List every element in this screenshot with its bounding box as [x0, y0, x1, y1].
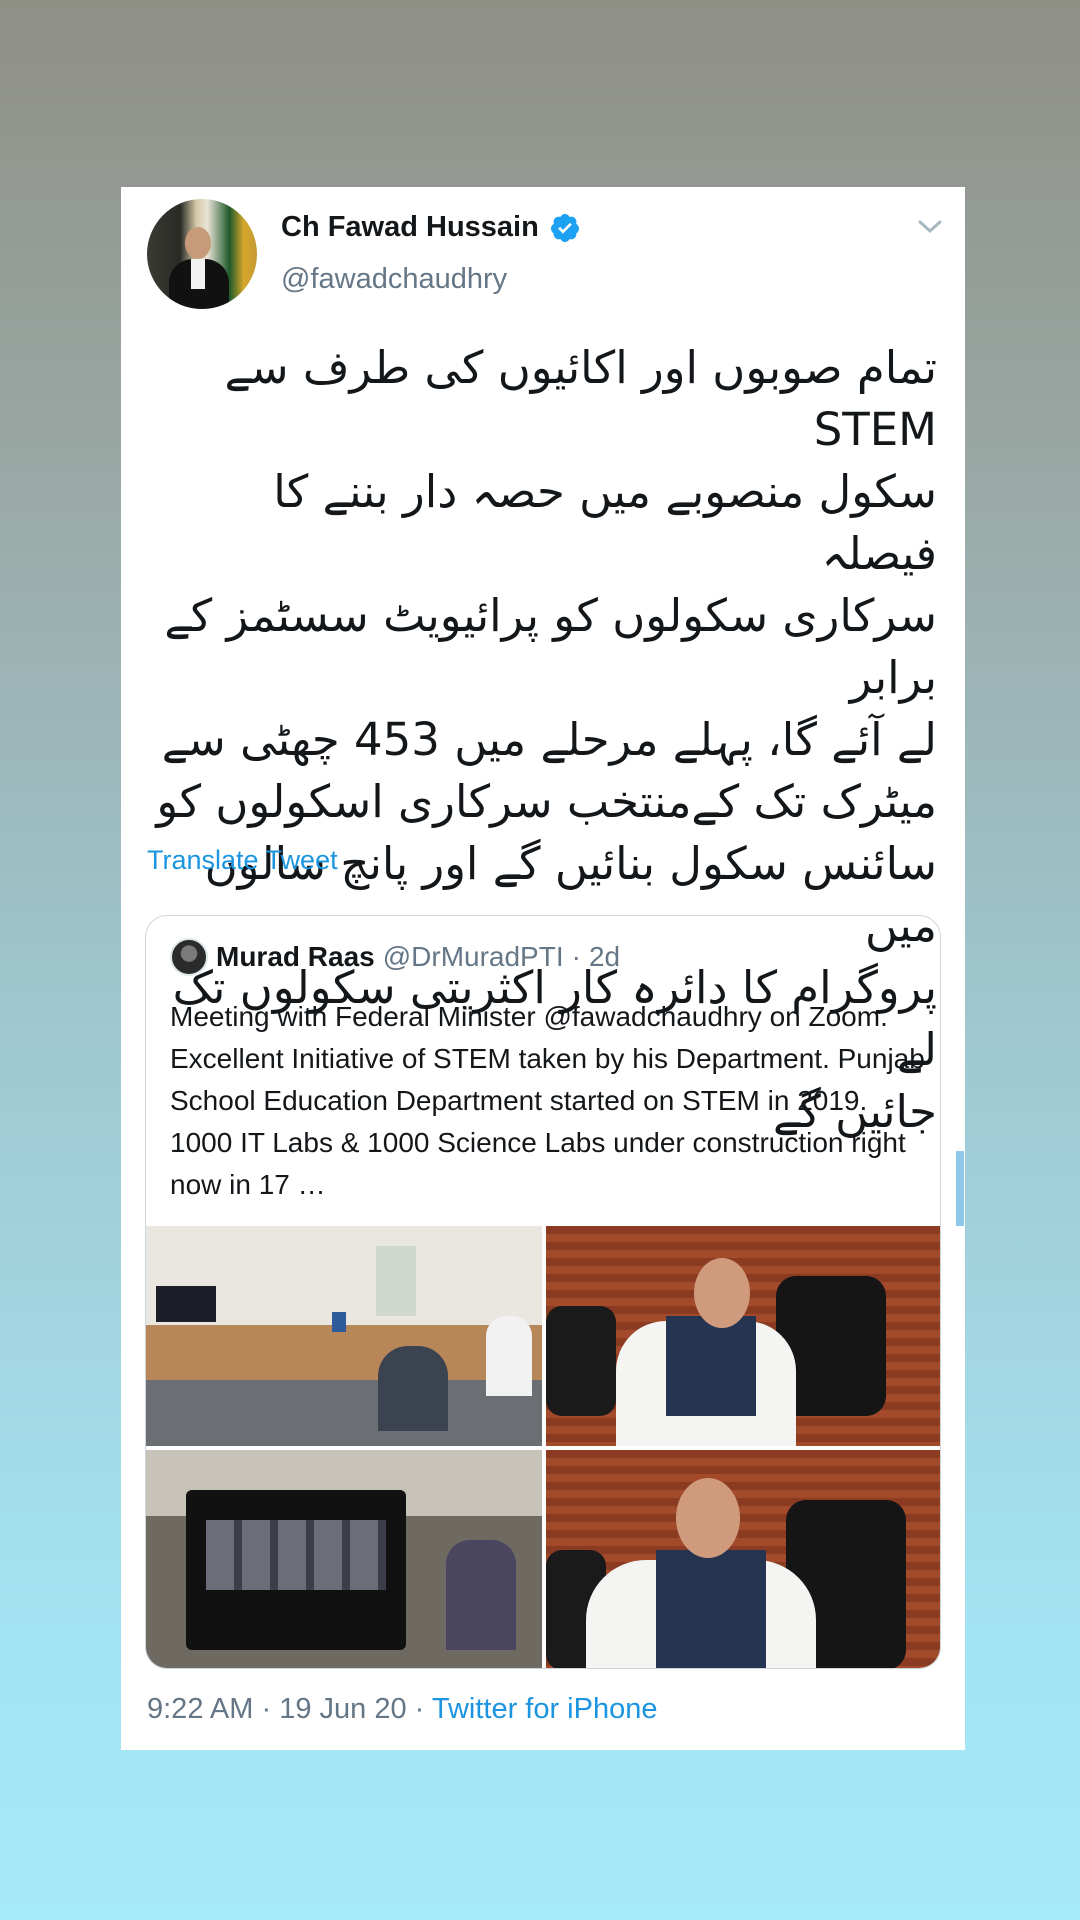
- chevron-down-icon[interactable]: [917, 217, 943, 237]
- tweet-line: میٹرک تک کےمنتخب سرکاری اسکولوں کو: [156, 775, 937, 828]
- media-photo-4[interactable]: [546, 1450, 940, 1668]
- tweet-line: تمام صوبوں اور اکائیوں کی طرف سے STEM: [224, 341, 937, 456]
- author-handle[interactable]: @fawadchaudhry: [281, 263, 507, 296]
- tweet-time[interactable]: 9:22 AM: [147, 1693, 253, 1725]
- translate-tweet-link[interactable]: Translate Tweet: [147, 845, 338, 876]
- quoted-separator: ·: [571, 941, 581, 972]
- footer-separator: ·: [406, 1693, 432, 1725]
- quoted-author-handle[interactable]: @DrMuradPTI: [383, 941, 564, 973]
- quoted-author-avatar[interactable]: [170, 938, 208, 976]
- media-photo-1[interactable]: [146, 1226, 542, 1446]
- quoted-header: Murad Raas @DrMuradPTI · 2d: [170, 938, 620, 976]
- tweet-source-link[interactable]: Twitter for iPhone: [432, 1693, 658, 1725]
- tweet-line: لے آئے گا، پہلے مرحلے میں 453 چھٹی سے: [161, 713, 937, 766]
- tweet-line: سکول منصوبے میں حصہ دار بننے کا فیصلہ: [273, 465, 937, 580]
- author-avatar[interactable]: [147, 199, 257, 309]
- author-name[interactable]: Ch Fawad Hussain: [281, 211, 539, 244]
- tweet-date[interactable]: 19 Jun 20: [279, 1693, 406, 1725]
- tweet-line: سرکاری سکولوں کو پرائیویٹ سسٹمز کے برابر: [164, 589, 937, 704]
- quoted-author-name[interactable]: Murad Raas: [216, 941, 375, 973]
- media-photo-2[interactable]: [546, 1226, 940, 1446]
- scrollbar[interactable]: [956, 1151, 964, 1226]
- tweet-footer: 9:22 AM · 19 Jun 20 · Twitter for iPhone: [147, 1693, 657, 1726]
- author-name-row: Ch Fawad Hussain: [281, 211, 581, 244]
- quoted-age: 2d: [588, 941, 621, 972]
- footer-separator: ·: [253, 1693, 280, 1725]
- media-photo-3[interactable]: [146, 1450, 542, 1668]
- media-grid: [146, 1226, 940, 1668]
- quoted-text: Meeting with Federal Minister @fawadchau…: [170, 1001, 925, 1200]
- tweet-card: Ch Fawad Hussain @fawadchaudhry تمام صوب…: [121, 187, 965, 1750]
- quoted-tweet[interactable]: Murad Raas @DrMuradPTI · 2d Meeting with…: [145, 915, 941, 1669]
- verified-badge-icon: [550, 213, 579, 242]
